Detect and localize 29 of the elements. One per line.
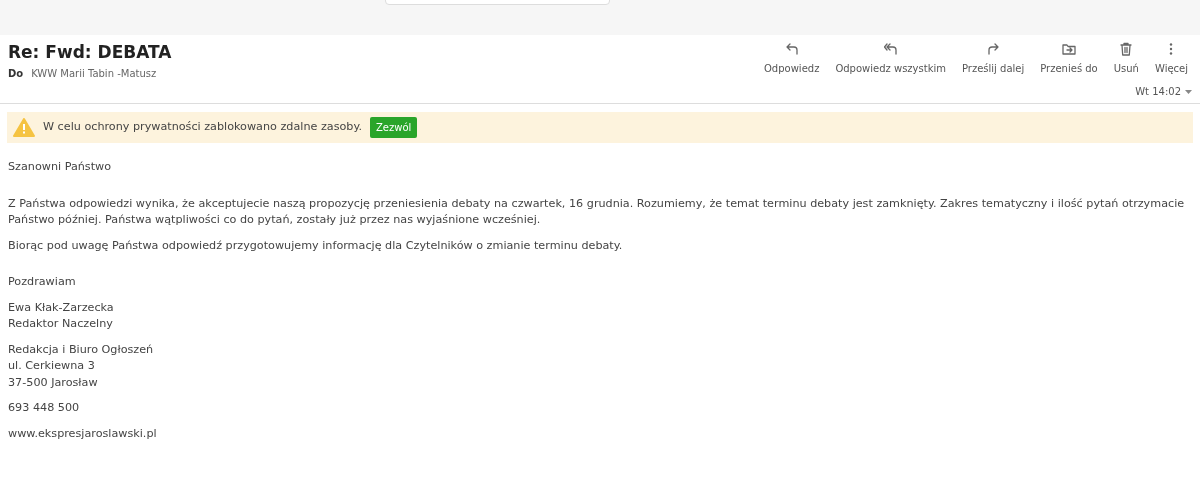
date-text: Wt 14:02 (1135, 85, 1181, 99)
reply-all-icon (883, 42, 898, 56)
body-text: Biorąc pod uwagę Państwa odpowiedź przygotowujemy informację dla Czytelników o zmianie terminu debaty. (8, 237, 624, 254)
body-text: ul. Cerkiewna 3 (8, 358, 96, 374)
body-text: Szanowni Państwo (8, 159, 113, 175)
toolbar-button[interactable]: Usuń (1109, 42, 1143, 76)
email-subject: Re: Fwd: DEBATA (8, 42, 172, 63)
trash-icon (1119, 42, 1134, 56)
body-text: www.ekspresjaroslawski.pl (8, 425, 158, 442)
body-text: Redaktor Naczelny (8, 316, 114, 332)
toolbar-button[interactable]: Więcej (1150, 42, 1192, 76)
toolbar-button[interactable]: Odpowiedz (760, 42, 824, 76)
forward-icon (986, 42, 1001, 56)
body-text: Ewa Kłak-Zarzecka (8, 299, 115, 316)
body-text: 37-500 Jarosław (8, 374, 99, 391)
body-text: 693 448 500 (8, 400, 81, 416)
recipient-label: Do (8, 67, 24, 82)
body-text: Z Państwa odpowiedzi wynika, że akceptujecie naszą propozycję przeniesienia debaty na czwartek, 16 grudnia. Rozumiemy, że temat terminu debaty jest zamknięty. Zakres tematyczny i ilość pytań otrzymacie Państwo później. Państwa wątpliwości co do pytań, zostały już przez nas wyjaśnione wcześniej. (8, 195, 1186, 228)
folder-icon (1062, 42, 1076, 56)
body-text: Redakcja i Biuro Ogłoszeń (8, 341, 155, 358)
reply-icon (784, 42, 799, 56)
notice-text: W celu ochrony prywatności zablokowano zdalne zasoby. (43, 119, 362, 136)
body-text: Pozdrawiam (8, 274, 77, 290)
warning-icon (13, 118, 35, 137)
toolbar-button[interactable]: Odpowiedz wszystkim (831, 42, 950, 76)
toolbar-button[interactable]: Przenieś do (1036, 42, 1102, 76)
caret-icon[interactable] (1185, 89, 1192, 94)
toolbar-button[interactable]: Prześlij dalej (957, 42, 1029, 76)
recipient-name: KWW Marii Tabin -Matusz (31, 67, 157, 82)
